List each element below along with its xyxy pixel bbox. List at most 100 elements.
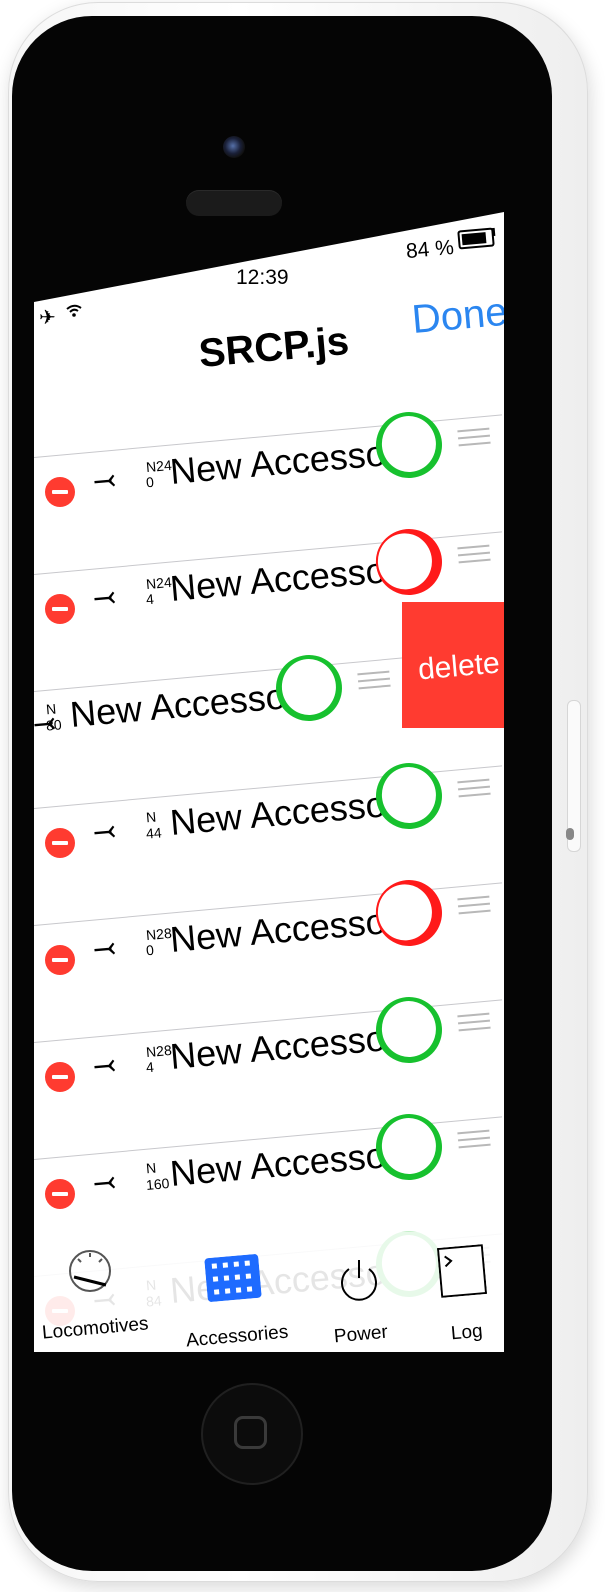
accessory-name: New Accessory xyxy=(168,780,418,843)
toggle-knob xyxy=(373,529,437,594)
address-number: 80 xyxy=(45,716,63,734)
list-item[interactable]: ⤙ N24 0 New Accessory xyxy=(34,212,504,1352)
address-number: 0 xyxy=(145,941,155,959)
accessory-toggle[interactable] xyxy=(373,1111,445,1183)
toggle-knob xyxy=(377,762,441,828)
list-item[interactable]: ⤙ N28 4 New Accessory xyxy=(34,212,504,1352)
delete-circle-icon[interactable] xyxy=(45,1179,75,1209)
turnout-icon: ⤙ xyxy=(34,705,56,738)
accessory-toggle[interactable] xyxy=(373,760,445,832)
toggle-knob xyxy=(277,654,341,720)
tab-power[interactable]: Power xyxy=(324,1232,414,1352)
address-prefix: N xyxy=(45,700,57,718)
list-item[interactable]: ⤙ N 44 New Accessory xyxy=(34,212,504,1352)
turnout-icon: ⤙ xyxy=(92,579,116,612)
handle-line xyxy=(458,441,491,447)
tab-label-accessories: Accessories xyxy=(185,1321,290,1352)
reorder-handle-icon[interactable] xyxy=(357,670,391,690)
reorder-handle-icon[interactable] xyxy=(457,1129,491,1149)
delete-circle-icon[interactable] xyxy=(45,477,75,507)
accessory-toggle[interactable] xyxy=(273,652,345,724)
address-prefix: N24 xyxy=(145,573,173,592)
handle-line xyxy=(457,1019,491,1025)
address-number: 44 xyxy=(145,824,163,842)
turnout-icon: ⤙ xyxy=(92,813,116,846)
list-item[interactable]: ⤙ N24 4 New Accessory xyxy=(34,212,504,1352)
tab-accessories[interactable]: Accessories xyxy=(174,1232,304,1352)
handle-line xyxy=(457,902,491,908)
tab-log[interactable]: Log xyxy=(429,1232,504,1352)
handle-line xyxy=(357,677,391,683)
row-separator xyxy=(34,1116,503,1160)
row-separator xyxy=(34,999,503,1043)
handle-line xyxy=(358,684,391,690)
side-indicator xyxy=(566,828,574,840)
phone-device: ✈ 12:39 84 % SRCP.js Done ⤙ N24 0 New Acces… xyxy=(0,0,605,1592)
delete-button[interactable]: delete xyxy=(402,602,504,728)
list-item[interactable]: ⤙ N 160 New Accessory xyxy=(34,212,504,1352)
delete-circle-icon[interactable] xyxy=(45,594,75,624)
delete-circle-icon[interactable] xyxy=(45,1062,75,1092)
turnout-icon: ⤙ xyxy=(92,1164,116,1197)
reorder-handle-icon[interactable] xyxy=(457,778,491,798)
toggle-knob xyxy=(373,880,437,945)
reorder-handle-icon[interactable] xyxy=(457,427,491,447)
list-item[interactable]: ⤙ N 80 New Accessory xyxy=(34,212,504,1352)
app-screen: ✈ 12:39 84 % SRCP.js Done ⤙ N24 0 New Acces… xyxy=(34,212,504,1352)
row-separator xyxy=(34,414,503,458)
handle-line xyxy=(457,551,491,557)
handle-line xyxy=(458,558,491,564)
terminal-icon xyxy=(436,1244,488,1298)
delete-circle-icon[interactable] xyxy=(45,828,75,858)
address-number: 4 xyxy=(145,590,155,608)
address-prefix: N xyxy=(145,808,157,826)
accessory-toggle[interactable] xyxy=(373,409,445,481)
handle-line xyxy=(458,909,491,915)
toggle-knob xyxy=(377,411,441,477)
delete-circle-icon[interactable] xyxy=(45,945,75,975)
handle-line xyxy=(457,544,490,550)
handle-line xyxy=(458,792,491,798)
power-icon xyxy=(341,1260,377,1301)
handle-line xyxy=(457,434,491,440)
address-number: 160 xyxy=(145,1174,171,1193)
handle-line xyxy=(457,427,490,433)
accessory-name: New Accessory xyxy=(168,1131,418,1194)
tab-label-power: Power xyxy=(333,1321,389,1348)
handle-line xyxy=(457,1136,491,1142)
accessory-name: New Accessory xyxy=(68,672,318,735)
tab-bar: Locomotives Accessories Power Log xyxy=(34,1232,504,1352)
address-prefix: N28 xyxy=(145,924,173,943)
turnout-icon: ⤙ xyxy=(92,930,116,963)
delete-label: delete xyxy=(416,646,501,687)
handle-line xyxy=(458,1026,491,1032)
address-prefix: N24 xyxy=(145,456,173,475)
handle-line xyxy=(458,1143,491,1149)
accessories-grid-icon xyxy=(204,1254,262,1302)
list-item[interactable]: ⤙ N28 0 New Accessory xyxy=(34,212,504,1352)
earpiece-speaker xyxy=(186,190,282,216)
row-separator xyxy=(34,765,503,809)
home-button[interactable] xyxy=(201,1383,303,1485)
accessory-toggle[interactable] xyxy=(373,877,445,949)
reorder-handle-icon[interactable] xyxy=(457,544,491,564)
accessory-toggle[interactable] xyxy=(373,994,445,1066)
accessory-list: ⤙ N24 0 New Accessory ⤙ N24 4 New Accessory ⤙ N 80… xyxy=(34,212,504,1352)
handle-line xyxy=(457,785,491,791)
reorder-handle-icon[interactable] xyxy=(457,1012,491,1032)
accessory-name: New Accessory xyxy=(168,546,418,609)
row-separator xyxy=(34,531,503,575)
accessory-name: New Accessory xyxy=(168,897,418,960)
list-item[interactable]: ⤙N84New Accessory xyxy=(34,212,504,1352)
reorder-handle-icon[interactable] xyxy=(457,895,491,915)
tab-label-log: Log xyxy=(450,1320,484,1345)
handle-line xyxy=(457,1012,490,1018)
address-prefix: N28 xyxy=(145,1041,173,1060)
handle-line xyxy=(457,778,490,784)
address-prefix: N xyxy=(145,1159,157,1177)
tab-locomotives[interactable]: Locomotives xyxy=(34,1232,149,1352)
toggle-knob xyxy=(377,1113,441,1179)
turnout-icon: ⤙ xyxy=(92,462,116,495)
home-square-icon xyxy=(234,1416,267,1449)
accessory-toggle[interactable] xyxy=(373,526,445,598)
